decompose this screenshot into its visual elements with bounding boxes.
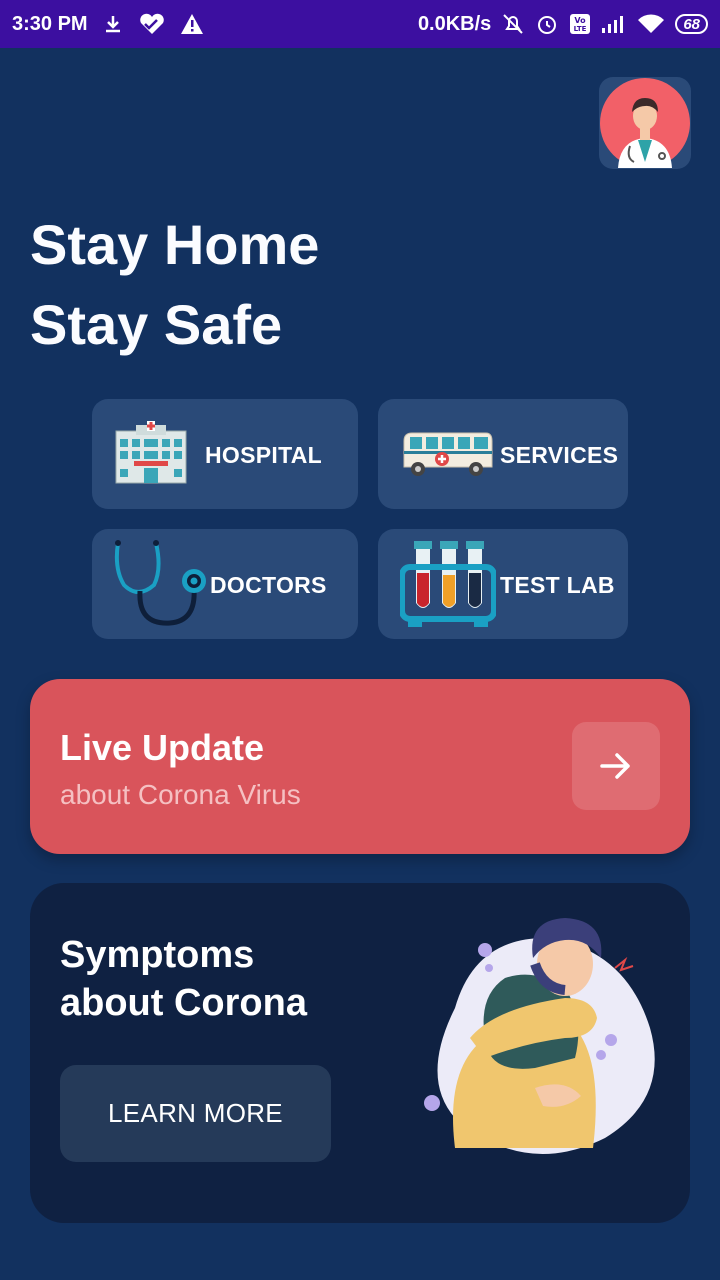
- tile-services[interactable]: SERVICES: [378, 399, 628, 509]
- headline: Stay Home Stay Safe: [30, 205, 319, 365]
- svg-text:Vo: Vo: [575, 16, 587, 25]
- status-time: 3:30 PM: [12, 12, 88, 35]
- stethoscope-icon: [112, 539, 212, 636]
- tile-test-lab-label: TEST LAB: [500, 572, 615, 598]
- live-update-title: Live Update: [60, 727, 265, 768]
- symptoms-title-line-2: about Corona: [60, 982, 307, 1024]
- network-speed: 0.0KB/s: [417, 12, 492, 35]
- live-update-card[interactable]: Live Update about Corona Virus: [30, 679, 690, 854]
- tile-services-label: SERVICES: [500, 442, 619, 468]
- live-update-arrow-button[interactable]: [572, 722, 660, 810]
- volte-icon: Vo LTE: [569, 13, 591, 35]
- arrow-right-icon: [600, 753, 630, 779]
- download-icon: [102, 13, 124, 35]
- warning-icon: [180, 13, 204, 35]
- wifi-icon: [637, 13, 665, 35]
- ambulance-icon: [400, 427, 496, 484]
- tile-hospital[interactable]: HOSPITAL: [92, 399, 358, 509]
- doctor-avatar-icon: [600, 78, 690, 168]
- test-tubes-icon: [399, 539, 497, 634]
- headline-line-1: Stay Home: [30, 213, 320, 276]
- learn-more-button[interactable]: LEARN MORE: [60, 1065, 331, 1162]
- symptoms-title: Symptoms about Corona: [60, 931, 307, 1027]
- battery-icon: 68: [675, 14, 708, 34]
- tile-test-lab[interactable]: TEST LAB: [378, 529, 628, 639]
- tile-doctors[interactable]: DOCTORS: [92, 529, 358, 639]
- profile-avatar-button[interactable]: [599, 77, 691, 169]
- health-heart-icon: [138, 12, 166, 36]
- hospital-icon: [114, 421, 188, 490]
- symptoms-card: Symptoms about Corona LEARN MORE: [30, 883, 690, 1223]
- status-bar: 3:30 PM 0.0KB/s Vo LTE 68: [0, 0, 720, 48]
- alarm-icon: [535, 12, 559, 36]
- symptoms-title-line-1: Symptoms: [60, 934, 255, 976]
- tile-hospital-label: HOSPITAL: [205, 442, 322, 468]
- signal-icon: [601, 14, 627, 34]
- headline-line-2: Stay Safe: [30, 293, 283, 356]
- coughing-person-illustration: [415, 898, 665, 1173]
- live-update-subtitle: about Corona Virus: [60, 779, 301, 810]
- tile-doctors-label: DOCTORS: [210, 572, 327, 598]
- alarm-off-icon: [501, 12, 525, 36]
- svg-text:LTE: LTE: [574, 25, 587, 33]
